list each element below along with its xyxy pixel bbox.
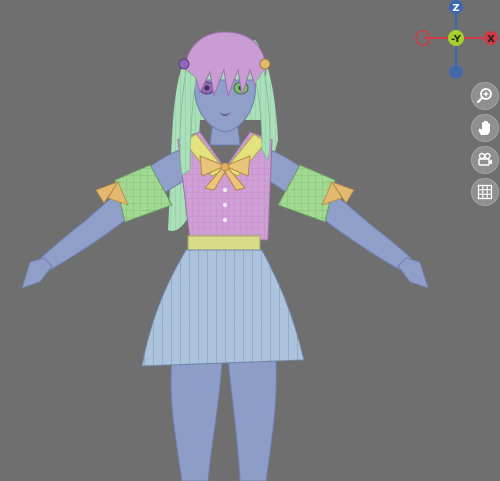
neg-z-axis-handle[interactable] [449,65,463,79]
zoom-button[interactable] [471,82,499,110]
skirt [141,249,305,367]
grid-button[interactable] [471,178,499,206]
x-axis-label: X [487,34,495,45]
legs [170,359,277,481]
y-axis-label: -Y [451,34,462,45]
zoom-in-icon [476,88,492,104]
3d-viewport[interactable]: Z X -Y [0,0,500,481]
waistband [187,235,261,251]
grid-icon [477,184,493,200]
hand-icon [478,120,490,135]
camera-button[interactable] [471,146,499,174]
view-toolbar [471,82,500,206]
camera-icon [478,152,492,166]
z-axis-label: Z [452,3,459,14]
orientation-gizmo[interactable]: Z X -Y [412,0,500,84]
pan-button[interactable] [471,114,499,142]
